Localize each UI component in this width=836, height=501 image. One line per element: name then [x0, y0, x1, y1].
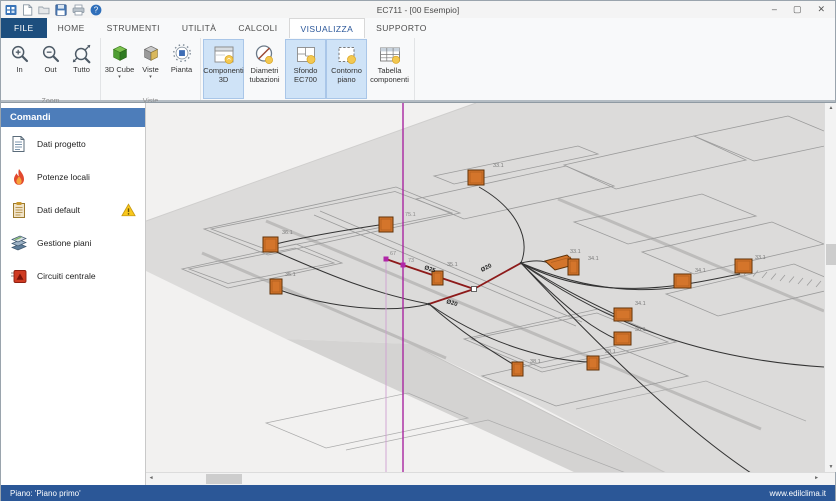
svg-text:36.1: 36.1 [635, 327, 646, 333]
svg-text:35.1: 35.1 [447, 262, 458, 268]
zoom-all-button[interactable]: Tutto [66, 39, 97, 97]
tab-file[interactable]: FILE [1, 18, 47, 38]
sfondo-ec700-toggle[interactable]: Sfondo EC700 [285, 39, 326, 99]
scroll-right-icon[interactable]: ► [814, 475, 819, 481]
layers-icon [10, 234, 28, 252]
close-button[interactable]: ✕ [817, 1, 825, 18]
cube-3d-button[interactable]: 3D Cube ▾ [104, 39, 135, 97]
dropdown-arrow-icon: ▾ [118, 75, 121, 79]
sfondo-ec700-icon [294, 42, 318, 67]
quick-access-toolbar: ? [1, 4, 102, 16]
tab-supporto[interactable]: SUPPORTO [365, 18, 438, 38]
pipe-junction[interactable] [428, 303, 431, 306]
window-title: EC711 - [00 Esempio] [1, 5, 835, 15]
print-icon[interactable] [72, 4, 85, 16]
status-floor-label: Piano: 'Piano primo' [10, 489, 81, 498]
svg-text:67: 67 [390, 251, 396, 257]
sidebar-item-dati-progetto[interactable]: Dati progetto [1, 127, 145, 160]
svg-text:33.1: 33.1 [493, 163, 504, 169]
ribbon: In Out Tutto Zoom [1, 38, 835, 102]
riser-node[interactable] [401, 263, 406, 268]
tabella-componenti-icon [378, 42, 402, 67]
cube-3d-icon [109, 41, 131, 66]
pipe-junction[interactable] [520, 262, 523, 265]
help-icon[interactable]: ? [90, 4, 102, 16]
diametri-tubazioni-icon [253, 42, 277, 67]
svg-text:73: 73 [408, 258, 414, 264]
app-icon [5, 4, 17, 16]
svg-text:33.1: 33.1 [570, 249, 581, 255]
ribbon-tabs: FILE HOME STRUMENTI UTILITÀ CALCOLI VISU… [1, 18, 835, 38]
scroll-up-icon[interactable]: ▲ [825, 105, 836, 111]
ribbon-group-viste: 3D Cube ▾ Viste ▾ Pianta Viste [101, 38, 201, 100]
tab-visualizza[interactable]: VISUALIZZA [289, 18, 366, 38]
svg-text:38.1: 38.1 [605, 349, 616, 355]
svg-text:33.1: 33.1 [755, 255, 766, 261]
svg-text:75.1: 75.1 [405, 212, 416, 218]
horizontal-scroll-thumb[interactable] [206, 474, 242, 484]
pianta-button[interactable]: Pianta [166, 39, 197, 97]
scroll-left-icon[interactable]: ◄ [149, 475, 154, 481]
sidebar-item-dati-default[interactable]: Dati default [1, 193, 145, 226]
tabella-componenti-toggle[interactable]: Tabella componenti [367, 39, 412, 99]
minimize-button[interactable]: – [772, 1, 777, 18]
svg-text:35.1: 35.1 [285, 272, 296, 278]
maximize-button[interactable]: ▢ [793, 1, 802, 18]
contorno-piano-icon [335, 42, 359, 67]
new-file-icon[interactable] [22, 4, 33, 16]
ribbon-group-zoom: In Out Tutto Zoom [1, 38, 101, 100]
svg-text:34.1: 34.1 [695, 268, 706, 274]
title-bar: ? EC711 - [00 Esempio] – ▢ ✕ [1, 1, 835, 18]
componenti-3d-toggle[interactable]: Componenti 3D [203, 39, 244, 99]
boiler-icon [10, 267, 28, 285]
zoom-out-icon [40, 41, 62, 66]
svg-text:34.1: 34.1 [635, 301, 646, 307]
svg-text:38.1: 38.1 [530, 359, 541, 365]
sidebar-header: Comandi [1, 108, 145, 127]
zoom-out-button[interactable]: Out [35, 39, 66, 97]
drawing-canvas[interactable]: 33.1 36.1 35.1 35.1 33.1 34.1 34.1 33.1 … [146, 103, 824, 473]
tab-calcoli[interactable]: CALCOLI [227, 18, 288, 38]
vertical-scroll-thumb[interactable] [826, 244, 836, 265]
app-window: ? EC711 - [00 Esempio] – ▢ ✕ FILE HOME S… [0, 0, 836, 501]
diametri-tubazioni-toggle[interactable]: Diametri tubazioni [244, 39, 285, 99]
riser-node[interactable] [384, 257, 389, 262]
sidebar-item-circuiti-centrale[interactable]: Circuiti centrale [1, 259, 145, 292]
sidebar-item-potenze-locali[interactable]: Potenze locali [1, 160, 145, 193]
svg-text:36.1: 36.1 [282, 230, 293, 236]
svg-text:34.1: 34.1 [588, 256, 599, 262]
componenti-3d-icon [212, 42, 236, 67]
zoom-in-button[interactable]: In [4, 39, 35, 97]
warning-icon [121, 203, 136, 217]
sidebar-item-gestione-piani[interactable]: Gestione piani [1, 226, 145, 259]
sidebar-comandi: Comandi Dati progetto Potenze locali Dat… [1, 103, 146, 472]
viste-cube-icon [140, 41, 162, 66]
document-icon [10, 135, 28, 153]
sidebar-footer-spacer [1, 472, 146, 485]
status-bar: Piano: 'Piano primo' www.edilclima.it [1, 485, 835, 501]
tab-strumenti[interactable]: STRUMENTI [96, 18, 171, 38]
clipboard-icon [10, 201, 28, 219]
scroll-down-icon[interactable]: ▼ [825, 464, 836, 470]
horizontal-scrollbar[interactable]: ◄ ► [146, 472, 822, 485]
ribbon-group-toggles: Componenti 3D Diametri tubazioni Sfondo … [201, 38, 415, 100]
vertical-scrollbar[interactable]: ▲ ▼ [824, 103, 836, 472]
zoom-all-icon [71, 41, 93, 66]
zoom-in-icon [9, 41, 31, 66]
dropdown-arrow-icon: ▾ [149, 75, 152, 79]
svg-text:?: ? [94, 5, 99, 14]
save-icon[interactable] [55, 4, 67, 16]
open-file-icon[interactable] [38, 4, 50, 16]
pipe-node[interactable] [472, 287, 477, 292]
pianta-icon [171, 41, 193, 66]
status-website-link[interactable]: www.edilclima.it [770, 489, 826, 498]
flame-icon [10, 168, 28, 186]
tab-utilita[interactable]: UTILITÀ [171, 18, 227, 38]
scrollbar-corner [822, 472, 835, 485]
contorno-piano-toggle[interactable]: Contorno piano [326, 39, 367, 99]
tab-home[interactable]: HOME [47, 18, 96, 38]
viste-button[interactable]: Viste ▾ [135, 39, 166, 97]
